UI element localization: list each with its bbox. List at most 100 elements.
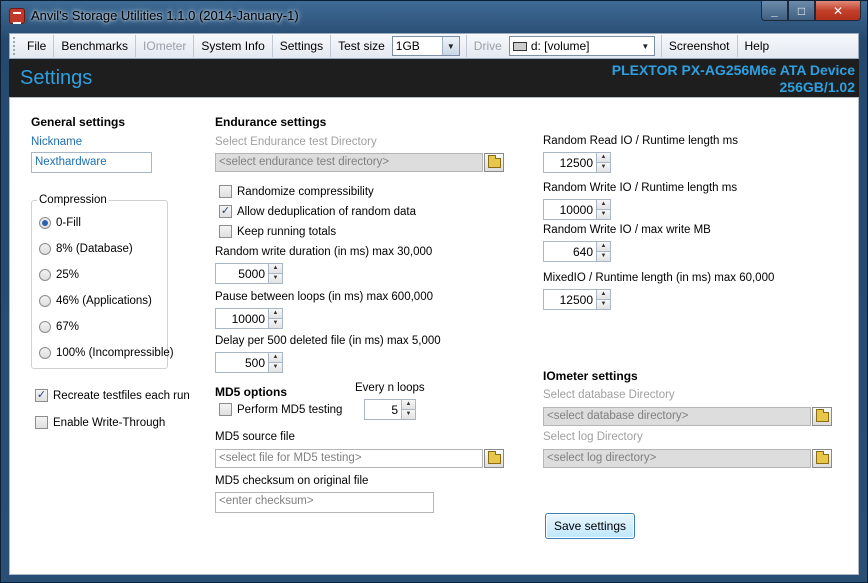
checkbox-icon[interactable] — [219, 225, 232, 238]
checkbox-checked-icon[interactable]: ✓ — [35, 389, 48, 402]
md5-checksum-input[interactable]: <enter checksum> — [215, 492, 434, 513]
radio-icon[interactable] — [39, 295, 51, 307]
write-duration-value[interactable]: 5000 — [215, 263, 269, 284]
close-button[interactable]: ✕ — [815, 1, 861, 21]
random-write-mb-value[interactable]: 640 — [543, 241, 597, 262]
radio-icon[interactable] — [39, 269, 51, 281]
database-dir-input[interactable]: <select database directory> — [543, 407, 811, 426]
stepper-up-icon[interactable]: ▲ — [597, 152, 611, 163]
radio-selected-icon[interactable] — [39, 217, 51, 229]
compression-option-incompressible[interactable]: 100% (Incompressible) — [39, 347, 174, 359]
mixed-io-value[interactable]: 12500 — [543, 289, 597, 310]
device-name: PLEXTOR PX-AG256M6e ATA Device — [611, 62, 855, 78]
nickname-input[interactable]: Nexthardware — [31, 152, 152, 173]
log-dir-input[interactable]: <select log directory> — [543, 449, 811, 468]
chevron-down-icon[interactable]: ▼ — [441, 37, 459, 55]
pause-loops-stepper[interactable]: 10000 ▲ ▼ — [215, 308, 283, 329]
stepper-up-icon[interactable]: ▲ — [269, 263, 283, 274]
checkbox-checked-icon[interactable]: ✓ — [219, 205, 232, 218]
menu-system-info[interactable]: System Info — [194, 35, 273, 57]
folder-icon — [487, 450, 501, 464]
compression-option-0-fill[interactable]: 0-Fill — [39, 217, 81, 229]
random-write-mb-label: Random Write IO / max write MB — [543, 224, 711, 236]
app-logo-icon — [9, 8, 25, 24]
page-header: Settings PLEXTOR PX-AG256M6e ATA Device … — [9, 59, 859, 97]
write-duration-stepper[interactable]: 5000 ▲ ▼ — [215, 263, 283, 284]
maximize-button[interactable]: □ — [788, 1, 815, 21]
md5-source-input[interactable]: <select file for MD5 testing> — [215, 449, 483, 468]
toolbar-grip-icon — [13, 37, 17, 55]
md5-checksum-label: MD5 checksum on original file — [215, 475, 369, 487]
radio-icon[interactable] — [39, 243, 51, 255]
stepper-down-icon[interactable]: ▼ — [597, 252, 611, 262]
menu-file[interactable]: File — [20, 35, 55, 57]
stepper-up-icon[interactable]: ▲ — [597, 199, 611, 210]
nickname-label: Nickname — [31, 136, 83, 148]
window-controls: _ □ ✕ — [761, 1, 861, 21]
random-read-value[interactable]: 12500 — [543, 152, 597, 173]
every-n-loops-stepper[interactable]: 5 ▲ ▼ — [364, 399, 416, 420]
stepper-down-icon[interactable]: ▼ — [269, 274, 283, 284]
random-read-stepper[interactable]: 12500 ▲ ▼ — [543, 152, 611, 173]
menu-benchmarks[interactable]: Benchmarks — [54, 35, 137, 57]
stepper-down-icon[interactable]: ▼ — [597, 163, 611, 173]
checkbox-icon[interactable] — [219, 185, 232, 198]
md5-source-browse-button[interactable] — [484, 449, 504, 468]
compression-option-25[interactable]: 25% — [39, 269, 79, 281]
random-read-label: Random Read IO / Runtime length ms — [543, 135, 738, 147]
randomize-compressibility-checkbox[interactable]: Randomize compressibility — [219, 185, 374, 198]
random-write-stepper[interactable]: 10000 ▲ ▼ — [543, 199, 611, 220]
log-dir-label: Select log Directory — [543, 431, 643, 443]
compression-option-database[interactable]: 8% (Database) — [39, 243, 133, 255]
menu-iometer[interactable]: IOmeter — [136, 35, 195, 57]
delay-deleted-label: Delay per 500 deleted file (in ms) max 5… — [215, 335, 441, 347]
random-write-value[interactable]: 10000 — [543, 199, 597, 220]
every-n-loops-value[interactable]: 5 — [364, 399, 402, 420]
keep-running-totals-checkbox[interactable]: Keep running totals — [219, 225, 336, 238]
chevron-down-icon[interactable]: ▼ — [636, 37, 654, 55]
write-through-checkbox[interactable]: Enable Write-Through — [35, 416, 165, 429]
menu-screenshot[interactable]: Screenshot — [660, 35, 738, 57]
delay-deleted-value[interactable]: 500 — [215, 352, 269, 373]
menu-help[interactable]: Help — [738, 35, 777, 57]
settings-panel: General settings Nickname Nexthardware C… — [9, 97, 859, 575]
drive-label: Drive — [465, 35, 509, 57]
stepper-up-icon[interactable]: ▲ — [269, 352, 283, 363]
title-bar[interactable]: Anvil's Storage Utilities 1.1.0 (2014-Ja… — [1, 1, 867, 33]
database-dir-label: Select database Directory — [543, 389, 675, 401]
minimize-button[interactable]: _ — [761, 1, 788, 21]
stepper-down-icon[interactable]: ▼ — [597, 210, 611, 220]
delay-deleted-stepper[interactable]: 500 ▲ ▼ — [215, 352, 283, 373]
stepper-down-icon[interactable]: ▼ — [269, 319, 283, 329]
save-settings-button[interactable]: Save settings — [545, 513, 635, 539]
perform-md5-checkbox[interactable]: Perform MD5 testing — [219, 403, 342, 416]
database-dir-browse-button[interactable] — [812, 407, 832, 426]
test-size-select[interactable]: 1GB ▼ — [391, 36, 460, 56]
menu-settings[interactable]: Settings — [273, 35, 332, 57]
stepper-down-icon[interactable]: ▼ — [597, 300, 611, 310]
checkbox-icon[interactable] — [219, 403, 232, 416]
drive-select[interactable]: d: [volume] ▼ — [508, 36, 655, 56]
menu-bar: File Benchmarks IOmeter System Info Sett… — [9, 33, 859, 59]
recreate-testfiles-checkbox[interactable]: ✓ Recreate testfiles each run — [35, 389, 190, 402]
stepper-down-icon[interactable]: ▼ — [402, 410, 416, 420]
endurance-settings-heading: Endurance settings — [215, 115, 327, 129]
stepper-up-icon[interactable]: ▲ — [269, 308, 283, 319]
stepper-down-icon[interactable]: ▼ — [269, 363, 283, 373]
drive-value: d: [volume] — [530, 39, 590, 53]
checkbox-icon[interactable] — [35, 416, 48, 429]
mixed-io-stepper[interactable]: 12500 ▲ ▼ — [543, 289, 611, 310]
stepper-up-icon[interactable]: ▲ — [402, 399, 416, 410]
compression-option-applications[interactable]: 46% (Applications) — [39, 295, 152, 307]
random-write-mb-stepper[interactable]: 640 ▲ ▼ — [543, 241, 611, 262]
stepper-up-icon[interactable]: ▲ — [597, 241, 611, 252]
radio-icon[interactable] — [39, 347, 51, 359]
pause-loops-value[interactable]: 10000 — [215, 308, 269, 329]
stepper-up-icon[interactable]: ▲ — [597, 289, 611, 300]
allow-deduplication-checkbox[interactable]: ✓ Allow deduplication of random data — [219, 205, 416, 218]
compression-option-67[interactable]: 67% — [39, 321, 79, 333]
endurance-dir-browse-button[interactable] — [484, 153, 504, 172]
endurance-dir-input[interactable]: <select endurance test directory> — [215, 153, 483, 172]
radio-icon[interactable] — [39, 321, 51, 333]
log-dir-browse-button[interactable] — [812, 449, 832, 468]
